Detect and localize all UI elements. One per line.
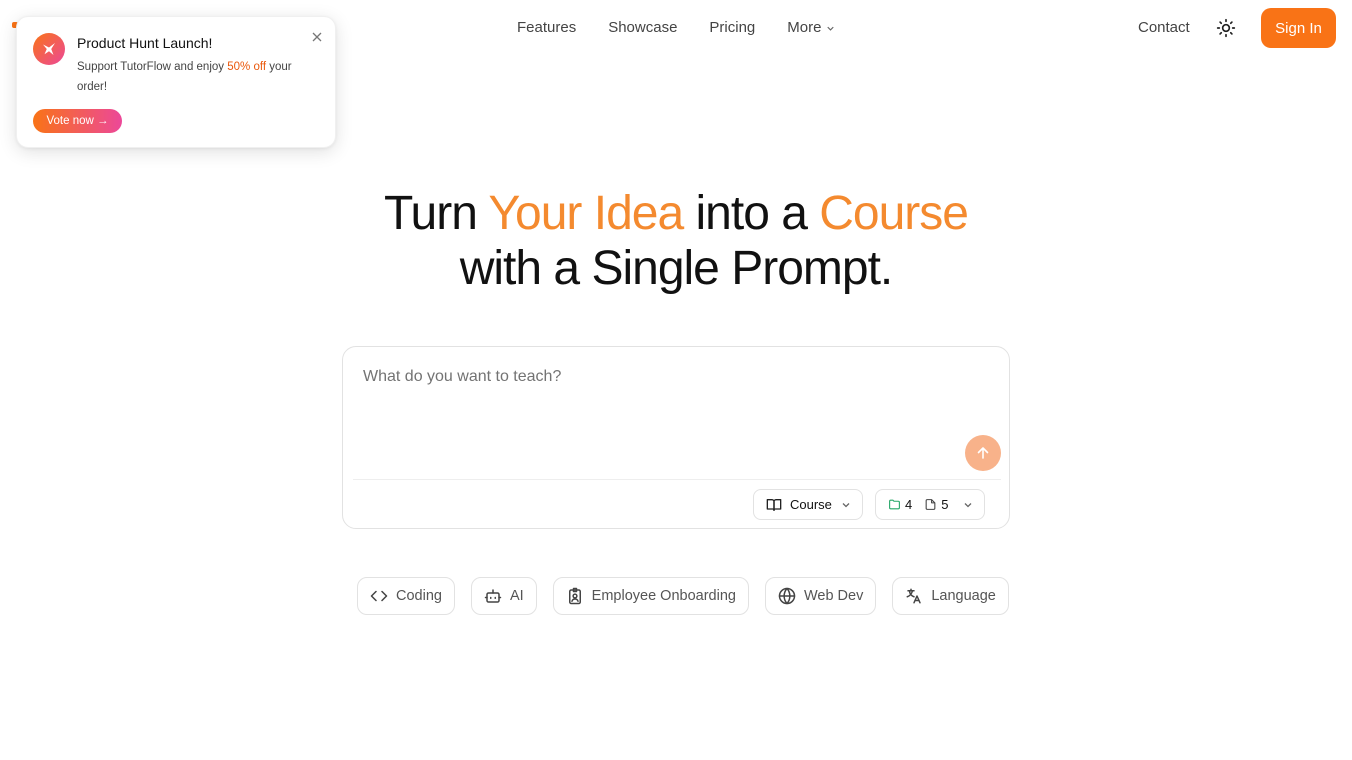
folder-icon bbox=[889, 499, 900, 510]
suggestion-label: Employee Onboarding bbox=[591, 588, 736, 604]
popup-title: Product Hunt Launch! bbox=[77, 35, 213, 51]
prompt-box: Course 4 5 bbox=[342, 346, 1010, 529]
book-icon bbox=[766, 498, 782, 511]
prompt-input[interactable] bbox=[363, 365, 943, 389]
popup-close-button[interactable] bbox=[309, 29, 325, 45]
chevron-down-icon bbox=[842, 503, 850, 508]
popup-text: Support TutorFlow and enjoy 50% off your… bbox=[77, 57, 297, 97]
product-hunt-cat-icon bbox=[33, 33, 65, 65]
suggestion-label: AI bbox=[509, 588, 524, 604]
product-hunt-popup: Product Hunt Launch! Support TutorFlow a… bbox=[16, 16, 336, 148]
suggestion-label: Coding bbox=[396, 588, 442, 604]
chevron-down-icon bbox=[964, 503, 972, 508]
suggestion-label: Language bbox=[931, 588, 996, 604]
hero-text: Turn bbox=[384, 187, 489, 240]
sun-icon bbox=[1216, 18, 1236, 38]
theme-toggle-button[interactable] bbox=[1214, 16, 1238, 40]
arrow-up-icon bbox=[977, 447, 989, 459]
content-type-select[interactable]: Course bbox=[753, 489, 863, 520]
nav-link-showcase[interactable]: Showcase bbox=[608, 19, 677, 37]
suggestion-ai[interactable]: AI bbox=[470, 577, 537, 615]
nav-link-more[interactable]: More bbox=[787, 19, 836, 37]
chevron-down-icon bbox=[827, 26, 835, 31]
send-button[interactable] bbox=[965, 435, 1001, 471]
suggestion-chips: Coding AI Employee Onboarding Web Dev La… bbox=[357, 577, 1009, 615]
hero-accent-idea: Your Idea bbox=[488, 187, 684, 240]
suggestion-coding[interactable]: Coding bbox=[357, 577, 455, 615]
hero-line-2: with a Single Prompt. bbox=[459, 242, 894, 295]
structure-select[interactable]: 4 5 bbox=[875, 489, 985, 520]
lessons-count: 5 bbox=[941, 497, 949, 512]
suggestion-label: Web Dev bbox=[803, 588, 864, 604]
modules-count: 4 bbox=[905, 497, 913, 512]
file-icon bbox=[925, 499, 936, 510]
hero-accent-course: Course bbox=[819, 187, 969, 240]
globe-icon bbox=[778, 587, 796, 605]
nav-links: Features Showcase Pricing More bbox=[517, 19, 836, 37]
popup-discount: 50% off bbox=[227, 61, 267, 73]
badge-icon bbox=[568, 587, 581, 605]
close-icon bbox=[312, 32, 322, 42]
nav-link-features[interactable]: Features bbox=[517, 19, 576, 37]
bot-icon bbox=[484, 589, 502, 603]
sign-in-button[interactable]: Sign In bbox=[1261, 8, 1336, 48]
translate-icon bbox=[906, 588, 922, 604]
suggestion-language[interactable]: Language bbox=[892, 577, 1009, 615]
suggestion-web-dev[interactable]: Web Dev bbox=[764, 577, 877, 615]
hero-heading: Turn Your Idea into a Course with a Sing… bbox=[0, 186, 1352, 296]
popup-text-before: Support TutorFlow and enjoy bbox=[77, 61, 228, 73]
suggestion-employee-onboarding[interactable]: Employee Onboarding bbox=[552, 577, 749, 615]
prompt-divider bbox=[353, 479, 1001, 480]
hero-text: into a bbox=[683, 187, 820, 240]
code-icon bbox=[370, 590, 388, 602]
nav-link-pricing[interactable]: Pricing bbox=[709, 19, 755, 37]
nav-link-more-label: More bbox=[787, 19, 822, 36]
vote-now-button[interactable]: Vote now → bbox=[33, 109, 122, 133]
nav-link-contact[interactable]: Contact bbox=[1138, 19, 1190, 37]
content-type-label: Course bbox=[790, 497, 832, 512]
hero-line-1: Turn Your Idea into a Course bbox=[0, 186, 1352, 241]
